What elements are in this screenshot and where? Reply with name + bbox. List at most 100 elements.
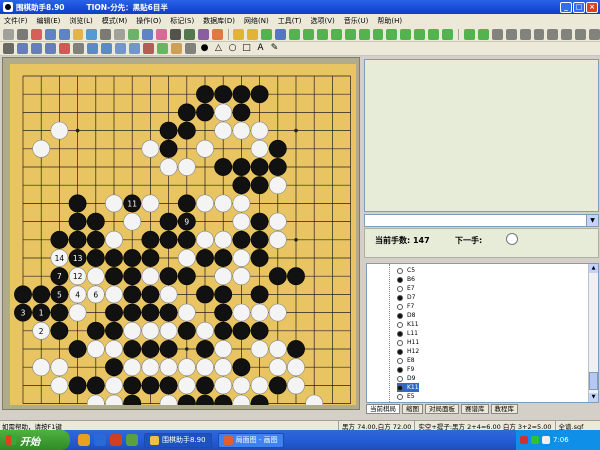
desktop-icon[interactable] — [126, 434, 138, 446]
toolbar-tool-icon[interactable] — [155, 29, 167, 40]
volume-icon[interactable] — [542, 436, 550, 444]
panel-tab[interactable]: 教程库 — [490, 404, 518, 414]
tree-move-item[interactable]: K11 — [397, 320, 419, 329]
minimize-button[interactable]: _ — [560, 1, 572, 13]
menu-item[interactable]: 音乐(U) — [344, 16, 369, 26]
menu-item[interactable]: 网络(N) — [244, 16, 269, 26]
toolbar-tool-icon[interactable] — [386, 29, 398, 40]
tree-move-item[interactable]: E5 — [397, 392, 415, 401]
task-paint[interactable]: 局面图 - 画图 — [217, 432, 284, 448]
panel-tab[interactable]: 对局面板 — [425, 404, 459, 414]
menu-item[interactable]: 操作(O) — [136, 16, 161, 26]
toolbar-tool-icon[interactable] — [30, 29, 42, 40]
tree-move-item[interactable]: L11 — [397, 329, 418, 338]
toolbar-tool-icon[interactable] — [442, 29, 453, 40]
toolbar-tool-icon[interactable] — [185, 43, 196, 54]
toolbar-tool-icon[interactable] — [169, 29, 181, 40]
toolbar-tool-icon[interactable] — [128, 29, 140, 40]
toolbar-tool-icon[interactable] — [275, 29, 287, 40]
toolbar-tool-icon[interactable] — [72, 29, 84, 40]
toolbar-tool-icon[interactable] — [303, 29, 314, 40]
task-go-assistant[interactable]: 围棋助手8.90 — [144, 432, 212, 448]
toolbar-tool-icon[interactable] — [3, 43, 14, 54]
menu-item[interactable]: 工具(T) — [278, 16, 302, 26]
markup-tool-icon[interactable]: A — [255, 43, 266, 54]
toolbar-tool-icon[interactable] — [157, 43, 168, 54]
tree-move-item[interactable]: C5 — [397, 266, 415, 275]
toolbar-tool-icon[interactable] — [197, 29, 209, 40]
menu-item[interactable]: 数据库(D) — [203, 16, 235, 26]
toolbar-tool-icon[interactable] — [73, 43, 84, 54]
toolbar-tool-icon[interactable] — [575, 29, 587, 40]
toolbar-tool-icon[interactable] — [316, 29, 328, 40]
tree-move-item[interactable]: D7 — [397, 293, 415, 302]
markup-tool-icon[interactable]: △ — [213, 43, 224, 54]
toolbar-tool-icon[interactable] — [31, 43, 42, 54]
toolbar-tool-icon[interactable] — [505, 29, 517, 40]
toolbar-tool-icon[interactable] — [115, 43, 126, 54]
toolbar-tool-icon[interactable] — [561, 29, 573, 40]
tree-move-item[interactable]: B6 — [397, 275, 415, 284]
tree-move-item[interactable]: H11 — [397, 338, 419, 347]
toolbar-tool-icon[interactable] — [289, 29, 301, 40]
markup-tool-icon[interactable]: ● — [199, 43, 210, 54]
toolbar-tool-icon[interactable] — [86, 29, 98, 40]
toolbar-tool-icon[interactable] — [59, 43, 70, 54]
close-button[interactable]: × — [586, 1, 598, 13]
comment-input[interactable]: ▼ — [364, 214, 599, 227]
toolbar-tool-icon[interactable] — [58, 29, 70, 40]
toolbar-tool-icon[interactable] — [477, 29, 489, 40]
toolbar-tool-icon[interactable] — [114, 29, 126, 40]
comment-box[interactable] — [364, 59, 599, 212]
toolbar-tool-icon[interactable] — [233, 29, 245, 40]
toolbar-tool-icon[interactable] — [44, 29, 56, 40]
toolbar-tool-icon[interactable] — [3, 29, 14, 40]
toolbar-tool-icon[interactable] — [143, 43, 154, 54]
maximize-button[interactable]: □ — [573, 1, 585, 13]
markup-tool-icon[interactable]: □ — [241, 43, 252, 54]
panel-tab[interactable]: 赛谱库 — [461, 404, 489, 414]
toolbar-tool-icon[interactable] — [372, 29, 384, 40]
tree-move-item[interactable]: H12 — [397, 347, 419, 356]
tree-move-item[interactable]: E7 — [397, 284, 415, 293]
panel-tab[interactable]: 当前棋局 — [366, 404, 400, 414]
toolbar-tool-icon[interactable] — [247, 29, 259, 40]
toolbar-tool-icon[interactable] — [16, 29, 28, 40]
board-canvas[interactable]: 11914 137 125 4 63 12 — [10, 64, 356, 405]
toolbar-tool-icon[interactable] — [100, 29, 112, 40]
toolbar-tool-icon[interactable] — [87, 43, 98, 54]
network-icon[interactable] — [531, 436, 539, 444]
toolbar-tool-icon[interactable] — [344, 29, 356, 40]
toolbar-tool-icon[interactable] — [211, 29, 223, 40]
tree-move-item[interactable]: K11 — [397, 383, 419, 392]
menu-item[interactable]: 文件(F) — [4, 16, 28, 26]
markup-tool-icon[interactable]: ✎ — [269, 43, 280, 54]
toolbar-tool-icon[interactable] — [547, 29, 559, 40]
scroll-down-icon[interactable]: ▼ — [589, 393, 598, 402]
start-button[interactable]: 开始 — [0, 430, 70, 450]
toolbar-tool-icon[interactable] — [463, 29, 475, 40]
toolbar-tool-icon[interactable] — [491, 29, 503, 40]
menu-item[interactable]: 模式(M) — [102, 16, 128, 26]
tree-move-item[interactable]: F7 — [397, 302, 414, 311]
browser-icon[interactable] — [94, 434, 106, 446]
toolbar-tool-icon[interactable] — [358, 29, 370, 40]
tree-move-item[interactable]: D8 — [397, 311, 415, 320]
toolbar-tool-icon[interactable] — [519, 29, 531, 40]
toolbar-tool-icon[interactable] — [142, 29, 153, 40]
menu-item[interactable]: 帮助(H) — [377, 16, 402, 26]
tree-move-item[interactable]: D9 — [397, 374, 415, 383]
scroll-thumb[interactable] — [589, 372, 598, 390]
move-tree[interactable]: ▲ ▼ C5 B6 E7 D7 F7 D8 K11 L11 H11 H12 E8 F9 D9 K11 E5 — [366, 263, 599, 403]
toolbar-tool-icon[interactable] — [129, 43, 140, 54]
go-board[interactable]: 11 9 14 13 7 12 5 4 6 3 1 2 — [10, 64, 356, 405]
tree-scrollbar[interactable]: ▲ ▼ — [588, 264, 598, 402]
markup-tool-icon[interactable]: ○ — [227, 43, 238, 54]
media-icon[interactable] — [110, 434, 122, 446]
scroll-up-icon[interactable]: ▲ — [589, 264, 598, 273]
antivirus-icon[interactable] — [520, 436, 528, 444]
menu-item[interactable]: 编辑(E) — [37, 16, 61, 26]
toolbar-tool-icon[interactable] — [330, 29, 342, 40]
toolbar-tool-icon[interactable] — [17, 43, 28, 54]
toolbar-tool-icon[interactable] — [414, 29, 426, 40]
